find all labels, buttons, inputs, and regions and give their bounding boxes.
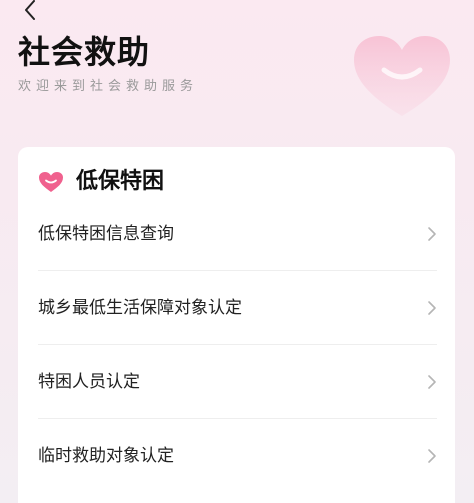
menu-item-label: 临时救助对象认定	[38, 446, 174, 466]
chevron-right-icon	[428, 449, 436, 463]
chevron-right-icon	[428, 300, 436, 315]
menu-item-label: 低保特困信息查询	[38, 223, 174, 244]
menu-item-label: 城乡最低生活保障对象认定	[38, 297, 242, 318]
menu-item-temporary-assistance[interactable]: 临时救助对象认定	[38, 419, 437, 493]
page-title: 社会救助	[18, 33, 151, 71]
card-title: 低保特困	[76, 169, 165, 194]
back-button[interactable]	[18, 0, 42, 24]
heart-icon	[39, 172, 63, 192]
card-header: 低保特困	[38, 165, 164, 199]
menu-list: 低保特困信息查询 城乡最低生活保障对象认定 特困人员认定 临时救助对象认定	[38, 197, 437, 493]
menu-item-info-query[interactable]: 低保特困信息查询	[38, 197, 437, 271]
chevron-right-icon	[428, 226, 436, 241]
menu-item-label: 特困人员认定	[38, 371, 140, 392]
heart-icon	[354, 36, 450, 116]
page-subtitle: 欢迎来到社会救助服务	[18, 79, 199, 94]
service-card: 低保特困 低保特困信息查询 城乡最低生活保障对象认定 特困人员认定 临时救助对象…	[18, 147, 455, 503]
chevron-left-icon	[25, 0, 35, 20]
menu-item-minimum-living-security[interactable]: 城乡最低生活保障对象认定	[38, 271, 437, 345]
menu-item-extreme-poverty[interactable]: 特困人员认定	[38, 345, 437, 419]
chevron-right-icon	[428, 374, 436, 389]
